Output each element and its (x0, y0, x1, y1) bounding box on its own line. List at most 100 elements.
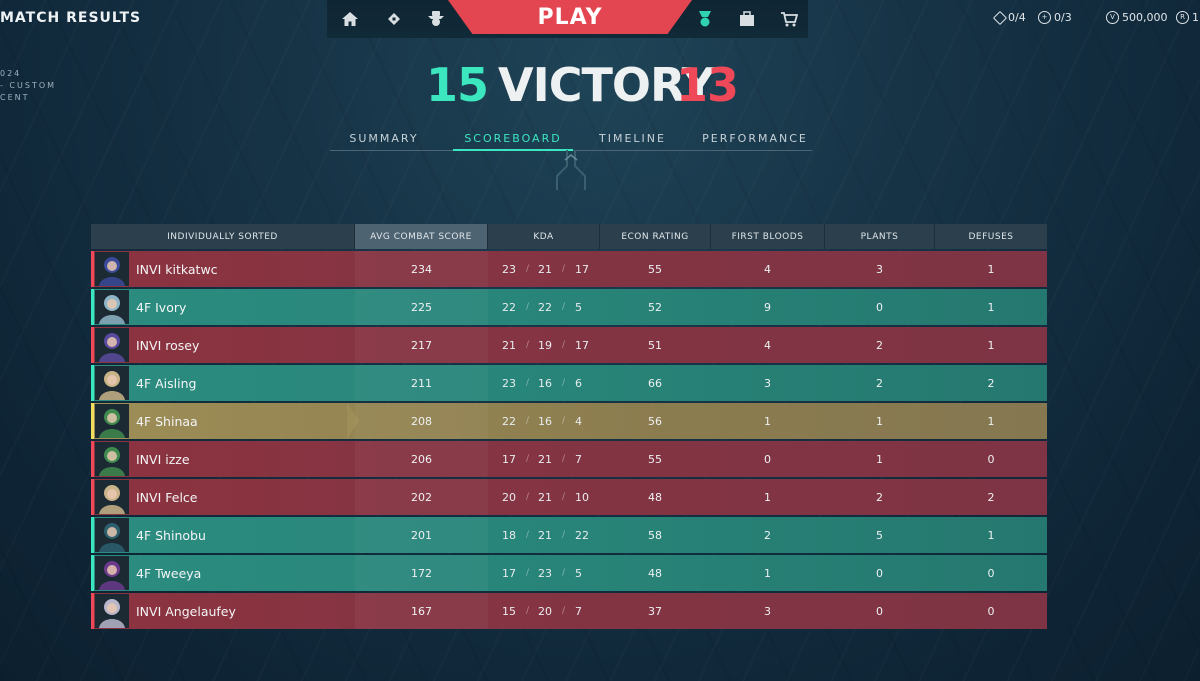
table-row[interactable]: 4F Ivory 225 22 / 22 / 5 52 9 0 1 (91, 289, 1047, 325)
locker-icon[interactable] (735, 8, 759, 30)
kills-value: 23 (502, 376, 516, 390)
player-name[interactable]: INVI Angelaufey (136, 593, 236, 629)
first-bloods-value: 2 (764, 528, 771, 542)
vp-value: 500,000 (1122, 11, 1168, 24)
tab-summary[interactable]: SUMMARY (330, 128, 438, 149)
kda-value: 22 / 22 / 5 (488, 289, 599, 325)
acs-value: 206 (411, 452, 432, 466)
kda-separator: / (526, 492, 530, 502)
agent-portrait (95, 404, 129, 438)
table-row[interactable]: INVI rosey 217 21/19/17 51 4 2 1 (91, 327, 1047, 363)
assists-value: 6 (575, 376, 582, 390)
acs-value: 201 (411, 528, 432, 542)
agent-portrait (95, 366, 129, 400)
deaths-value: 21 (538, 452, 552, 466)
defuses-value: 1 (987, 262, 995, 276)
deaths-value: 22 (538, 300, 552, 314)
col-defuses[interactable]: DEFUSES (935, 224, 1047, 249)
valorant-points[interactable]: V 500,000 (1106, 11, 1168, 24)
agent-portrait (95, 556, 129, 590)
table-row[interactable]: INVI izze 206 17 / 21 / 7 55 0 1 0 (91, 441, 1047, 477)
defuses-value: 0 (987, 604, 995, 618)
player-name[interactable]: 4F Ivory (136, 289, 186, 325)
radianite-icon: + (1038, 11, 1051, 24)
kda-value: 23 / 16 / 6 (488, 365, 599, 401)
col-player[interactable]: INDIVIDUALLY SORTED (91, 224, 355, 249)
home-icon[interactable] (338, 8, 362, 30)
play-button[interactable]: PLAY (448, 0, 692, 34)
tab-scoreboard[interactable]: SCOREBOARD (453, 128, 573, 151)
kda-value: 20 / 21 / 10 (488, 479, 599, 515)
first-bloods-value: 1 (764, 566, 771, 580)
plants-value: 0 (876, 300, 883, 314)
acs-value: 167 (411, 604, 432, 618)
meta-date: 024 (0, 69, 22, 78)
team-stripe (91, 555, 94, 591)
econ-value: 37 (648, 604, 662, 618)
match-meta: 024 - CUSTOM CENT (0, 68, 56, 104)
table-row[interactable]: INVI Felce 202 20 / 21 / 10 48 1 2 2 (91, 479, 1047, 515)
col-kda[interactable]: KDA (488, 224, 600, 249)
kda-separator: / (526, 530, 530, 540)
kills-value: 20 (502, 490, 516, 504)
kingdom-credits-icon (992, 10, 1008, 25)
kda-value: 15 / 20 / 7 (488, 593, 599, 629)
table-row[interactable]: INVI kitkatwc 234 23 / 21 / 17 55 4 3 1 (91, 251, 1047, 287)
table-row[interactable]: 4F Shinobu 201 18 / 21 / 22 58 2 5 1 (91, 517, 1047, 553)
table-row[interactable]: INVI Angelaufey 167 15 / 20 / 7 37 3 0 0 (91, 593, 1047, 629)
col-first-bloods[interactable]: FIRST BLOODS (711, 224, 825, 249)
team-score: 15 (426, 58, 489, 112)
table-row[interactable]: 4F Aisling 211 23/16/6 66 3 2 2 (91, 365, 1047, 401)
econ-value: 48 (648, 566, 662, 580)
player-name[interactable]: 4F Aisling (136, 365, 196, 401)
deaths-value: 23 (538, 566, 552, 580)
first-bloods-value: 9 (764, 300, 771, 314)
player-name[interactable]: 4F Tweeya (136, 555, 201, 591)
kda-separator: / (562, 568, 566, 578)
table-row[interactable]: 4F Shinaa 208 22 / 16 / 4 56 1 1 1 (91, 403, 1047, 439)
defuses-value: 0 (987, 452, 995, 466)
defuses-value: 0 (987, 566, 995, 580)
defuses-value: 1 (987, 414, 995, 428)
player-name[interactable]: 4F Shinobu (136, 517, 206, 553)
col-econ[interactable]: ECON RATING (600, 224, 711, 249)
agent-portrait (95, 480, 129, 514)
kda-value: 22 / 16 / 4 (488, 403, 599, 439)
agent-icon[interactable] (424, 8, 448, 30)
kda-separator: / (562, 492, 566, 502)
kda-separator: / (562, 264, 566, 274)
radianite-points[interactable]: R 1 (1176, 11, 1199, 24)
player-name[interactable]: INVI izze (136, 441, 190, 477)
deaths-value: 16 (538, 414, 552, 428)
acs-value: 208 (411, 414, 432, 428)
player-name[interactable]: INVI kitkatwc (136, 251, 218, 287)
kda-separator: / (562, 302, 566, 312)
first-bloods-value: 4 (764, 262, 771, 276)
assists-value: 17 (575, 262, 589, 276)
agent-portrait (95, 252, 129, 286)
player-name[interactable]: INVI rosey (136, 327, 199, 363)
col-plants[interactable]: PLANTS (825, 224, 935, 249)
table-row[interactable]: 4F Tweeya 172 17 / 23 / 5 48 1 0 0 (91, 555, 1047, 591)
tab-performance[interactable]: PERFORMANCE (698, 128, 812, 149)
plants-value: 2 (876, 490, 883, 504)
defuses-value: 1 (987, 300, 995, 314)
cart-icon[interactable] (777, 8, 801, 30)
kda-separator: / (562, 454, 566, 464)
econ-value: 66 (648, 376, 662, 390)
team-stripe (91, 365, 94, 401)
team-stripe (91, 441, 94, 477)
deaths-value: 19 (538, 338, 552, 352)
kda-value: 17 / 23 / 5 (488, 555, 599, 591)
ticket-icon[interactable] (382, 8, 406, 30)
col-acs[interactable]: AVG COMBAT SCORE (355, 224, 488, 249)
medal-icon[interactable] (693, 8, 717, 30)
team-stripe (91, 403, 94, 439)
tab-timeline[interactable]: TIMELINE (585, 128, 680, 149)
acs-value: 202 (411, 490, 432, 504)
player-name[interactable]: 4F Shinaa (136, 403, 198, 439)
kda-separator: / (526, 606, 530, 616)
tab-connector-ornament (556, 150, 586, 190)
player-name[interactable]: INVI Felce (136, 479, 197, 515)
scoreboard-table: INDIVIDUALLY SORTED AVG COMBAT SCORE KDA… (91, 224, 1047, 629)
